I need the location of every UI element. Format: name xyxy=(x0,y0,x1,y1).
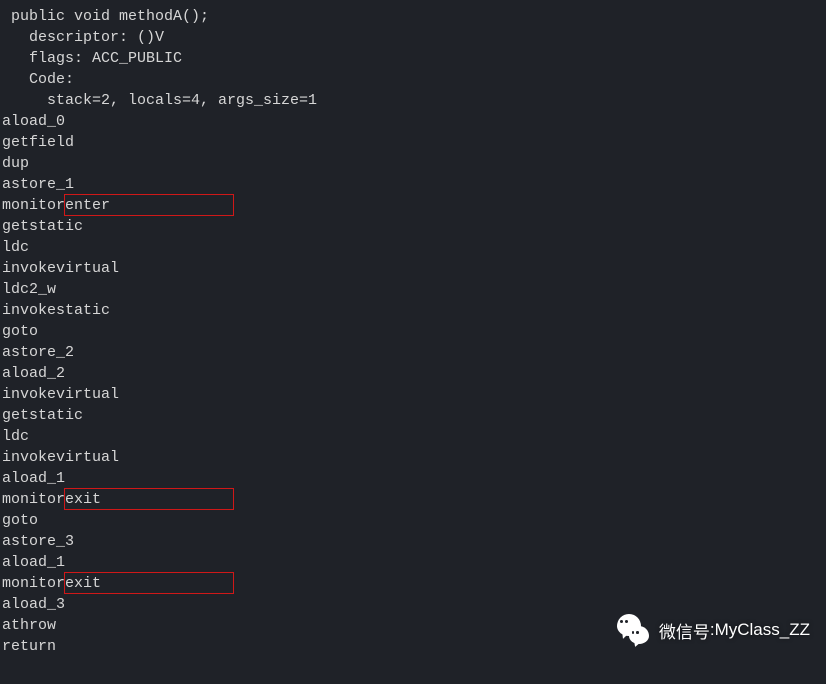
bytecode-line: ldc2_w xyxy=(2,279,826,300)
bytecode-line: ldc xyxy=(2,237,826,258)
method-signature: public void methodA(); xyxy=(2,6,826,27)
bytecode-line: aload_0 xyxy=(2,111,826,132)
bytecode-line: invokevirtual xyxy=(2,258,826,279)
flags-line: flags: ACC_PUBLIC xyxy=(2,48,826,69)
bytecode-line: aload_1 xyxy=(2,468,826,489)
bytecode-line: monitorenter xyxy=(2,195,826,216)
watermark: 微信号: MyClass_ZZ xyxy=(615,612,810,648)
bytecode-line: getstatic xyxy=(2,216,826,237)
wechat-icon xyxy=(615,612,651,648)
bytecode-line: aload_1 xyxy=(2,552,826,573)
bytecode-line: invokevirtual xyxy=(2,447,826,468)
bytecode-line: astore_2 xyxy=(2,342,826,363)
bytecode-line: dup xyxy=(2,153,826,174)
bytecode-line: goto xyxy=(2,510,826,531)
bytecode-line: ldc xyxy=(2,426,826,447)
bytecode-line: astore_1 xyxy=(2,174,826,195)
bytecode-line: aload_2 xyxy=(2,363,826,384)
bytecode-line: invokestatic xyxy=(2,300,826,321)
bytecode-line: invokevirtual xyxy=(2,384,826,405)
bytecode-line: getstatic xyxy=(2,405,826,426)
watermark-label: 微信号 xyxy=(659,618,710,643)
descriptor-line: descriptor: ()V xyxy=(2,27,826,48)
watermark-value: MyClass_ZZ xyxy=(715,620,810,640)
code-label: Code: xyxy=(2,69,826,90)
bytecode-line: monitorexit xyxy=(2,489,826,510)
bytecode-line: getfield xyxy=(2,132,826,153)
bytecode-line: goto xyxy=(2,321,826,342)
bytecode-line: astore_3 xyxy=(2,531,826,552)
bytecode-listing: public void methodA(); descriptor: ()V f… xyxy=(2,6,826,657)
bytecode-line: monitorexit xyxy=(2,573,826,594)
stack-line: stack=2, locals=4, args_size=1 xyxy=(2,90,826,111)
